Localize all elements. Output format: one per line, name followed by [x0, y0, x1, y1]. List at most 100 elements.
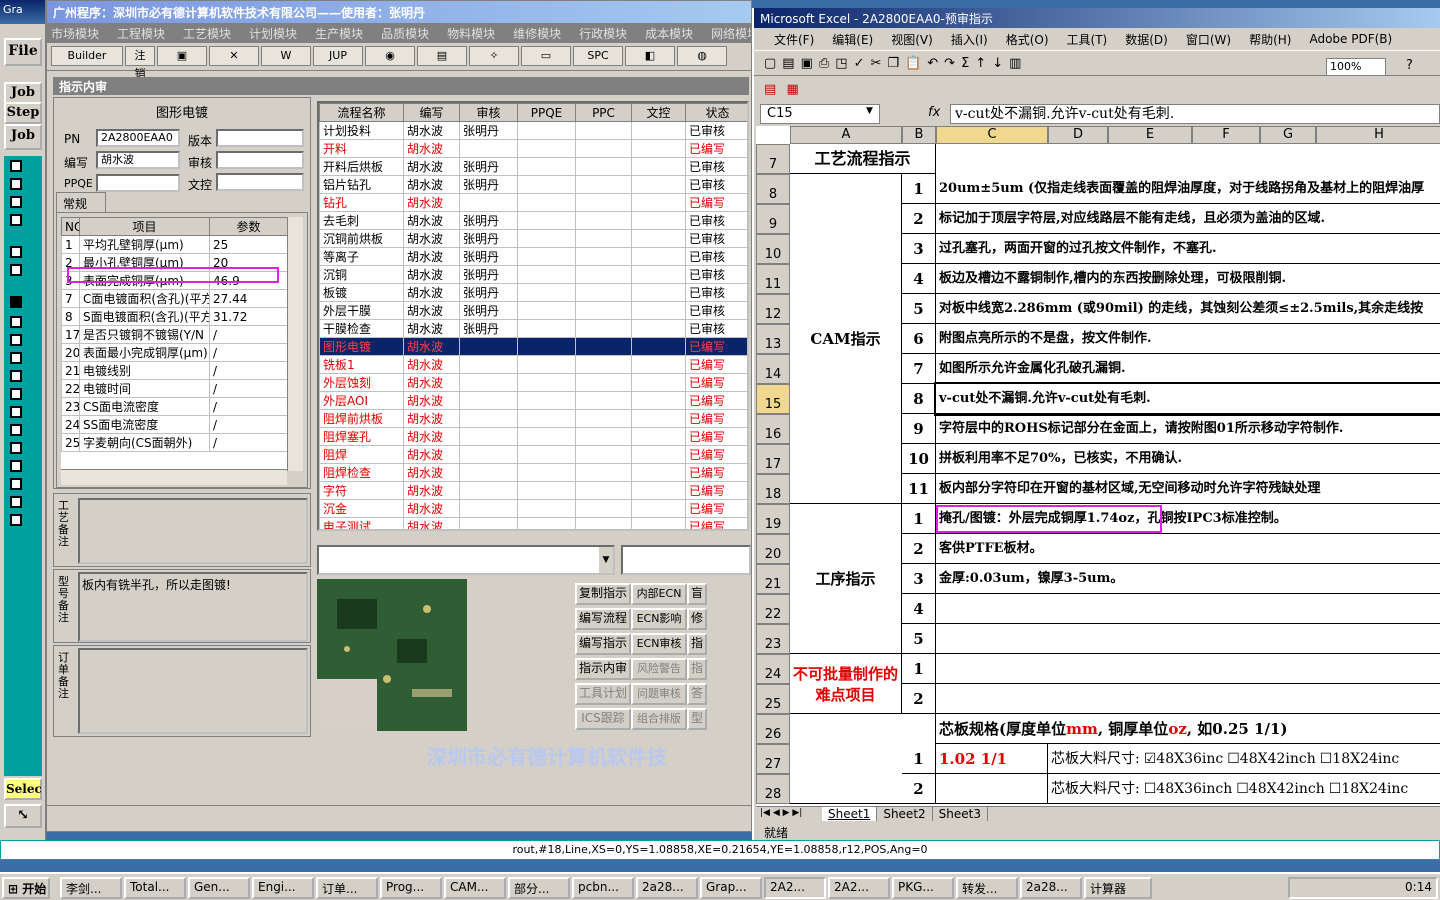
item-number[interactable]: 10 — [902, 444, 936, 474]
taskbar-item[interactable]: Engi... — [252, 877, 314, 899]
item-number[interactable]: 4 — [902, 594, 936, 624]
action-button[interactable]: ICS跟踪 — [575, 708, 631, 730]
preview-icon[interactable]: ◳ — [835, 56, 847, 71]
checkbox[interactable]: ☐ — [1236, 781, 1249, 797]
cam-instruction-cell[interactable]: 拼板利用率不足70%，已核实，不用确认. — [936, 444, 1440, 474]
item-number[interactable]: 2 — [902, 684, 936, 714]
column-header[interactable]: G — [1260, 126, 1316, 144]
spell-icon[interactable]: ✓ — [854, 56, 865, 71]
step-button[interactable]: Step — [4, 102, 42, 124]
excel-menu-item[interactable]: 窗口(W) — [1186, 31, 1231, 48]
program-toolbar-button[interactable]: Builder — [51, 46, 123, 66]
action-button[interactable]: 工具计划 — [575, 683, 631, 705]
layer-checkbox[interactable] — [10, 160, 22, 172]
column-header[interactable]: C — [936, 126, 1048, 144]
cam-instruction-cell[interactable]: 板边及槽边不露铜制作,槽内的东西按删除处理，可极限削铜. — [936, 264, 1440, 294]
checkbox[interactable]: ☐ — [1320, 751, 1333, 767]
program-toolbar-button[interactable]: ◧ — [625, 46, 675, 66]
control-field[interactable] — [216, 173, 304, 191]
action-button[interactable]: 指 — [687, 633, 707, 655]
taskbar-item[interactable]: 计算器 — [1084, 877, 1152, 899]
name-box[interactable]: C15 — [760, 104, 880, 124]
flow-row[interactable]: 沉金 胡水波 已编写 — [319, 499, 747, 518]
layer-checkbox[interactable] — [10, 246, 22, 258]
taskbar-item[interactable]: 转发... — [956, 877, 1018, 899]
flow-row[interactable]: 铣板1 胡水波 已编写 — [319, 355, 747, 374]
cam-instruction-cell[interactable]: 对板中线宽2.286mm (或90mil) 的走线，其蚀刻公差须≤±2.5mil… — [936, 294, 1440, 324]
flow-column-header[interactable]: 状态 — [685, 103, 747, 122]
sheet-tab[interactable]: Sheet3 — [932, 807, 988, 821]
flow-row[interactable]: 铝片钻孔 胡水波 张明丹 已审核 — [319, 175, 747, 194]
action-button[interactable]: ECN审核 — [631, 633, 687, 655]
excel-menu-item[interactable]: 文件(F) — [774, 31, 814, 48]
zoom-select[interactable]: 100% — [1326, 58, 1386, 76]
layer-checkbox[interactable] — [10, 196, 22, 208]
item-number[interactable]: 2 — [902, 534, 936, 564]
column-header[interactable]: D — [1048, 126, 1108, 144]
row-header[interactable]: 23 — [756, 624, 790, 654]
program-toolbar-button[interactable]: JUP — [313, 46, 363, 66]
cam-instruction-cell[interactable]: 过孔塞孔，两面开窗的过孔按文件制作，不塞孔. — [936, 234, 1440, 264]
param-value[interactable]: / — [209, 379, 287, 398]
checkbox[interactable]: ☐ — [1227, 751, 1240, 767]
item-number[interactable]: 3 — [902, 234, 936, 264]
action-button[interactable]: 风险警告 — [631, 658, 687, 680]
paste-icon[interactable]: 📋 — [905, 56, 921, 71]
row-header[interactable]: 22 — [756, 594, 790, 624]
layer-checkbox[interactable] — [10, 496, 22, 508]
redo-icon[interactable]: ↷ — [944, 56, 955, 71]
row-header[interactable]: 17 — [756, 444, 790, 474]
row-header[interactable]: 26 — [756, 714, 790, 744]
param-value[interactable]: / — [209, 415, 287, 434]
action-button[interactable]: 内部ECN — [631, 583, 687, 605]
layer-checkbox[interactable] — [10, 460, 22, 472]
version-field[interactable] — [216, 129, 304, 147]
item-number[interactable]: 1 — [902, 654, 936, 684]
pointer-tool-button[interactable]: ⤡ — [4, 804, 42, 828]
action-button[interactable]: ECN影响 — [631, 608, 687, 630]
params-row[interactable]: 1 平均孔壁铜厚(μm) 25 — [61, 235, 287, 254]
action-button[interactable]: 编写流程 — [575, 608, 631, 630]
program-menu-item[interactable]: 物料模块 — [447, 27, 495, 41]
flow-row[interactable]: 开料 胡水波 已编写 — [319, 139, 747, 158]
layer-checkbox[interactable] — [10, 424, 22, 436]
pn-field[interactable]: 2A2800EAA0 — [96, 129, 180, 147]
pdf-icon[interactable]: ▤ — [764, 82, 776, 97]
params-row[interactable]: 25 字麦朝向(CS面朝外) / — [61, 433, 287, 452]
core-spec-title[interactable]: 芯板规格(厚度单位mm, 铜厚单位oz, 如0.25 1/1) — [936, 714, 1440, 744]
row-header[interactable]: 25 — [756, 684, 790, 714]
flow-row[interactable]: 阻焊检查 胡水波 已编写 — [319, 463, 747, 482]
cut-icon[interactable]: ✂ — [871, 56, 882, 71]
param-value[interactable]: / — [209, 397, 287, 416]
core-row-number[interactable]: 1 — [902, 744, 936, 774]
reviewer-field[interactable] — [216, 151, 304, 169]
author-field[interactable]: 胡水波 — [96, 151, 180, 169]
cam-instruction-cell[interactable]: v-cut处不漏铜.允许v-cut处有毛刺. — [934, 382, 1440, 416]
row-header[interactable]: 15 — [756, 384, 790, 414]
taskbar-item[interactable]: pcbn... — [572, 877, 634, 899]
layer-checkbox[interactable] — [10, 264, 22, 276]
excel-menu-item[interactable]: 视图(V) — [891, 31, 933, 48]
item-number[interactable]: 5 — [902, 294, 936, 324]
layer-checkbox[interactable] — [10, 370, 22, 382]
cam-instruction-cell[interactable]: 20um±5um (仅指走线表面覆盖的阻焊油厚度，对于线路拐角及基材上的阻焊油厚 — [936, 174, 1440, 204]
program-menu-item[interactable]: 计划模块 — [249, 27, 297, 41]
layer-checkbox[interactable] — [10, 178, 22, 190]
difficult-item-cell[interactable] — [936, 684, 1440, 714]
program-toolbar-button[interactable]: ✧ — [469, 46, 519, 66]
row-header[interactable]: 10 — [756, 234, 790, 264]
cam-instruction-cell[interactable]: 标记加于顶层字符层,对应线路层不能有走线，且必须为盖油的区域. — [936, 204, 1440, 234]
item-number[interactable]: 6 — [902, 324, 936, 354]
param-value[interactable]: / — [209, 325, 287, 344]
flow-row[interactable]: 开料后烘板 胡水波 张明丹 已审核 — [319, 157, 747, 176]
row-header[interactable]: 27 — [756, 744, 790, 774]
flow-column-header[interactable]: 文控 — [631, 103, 686, 122]
row-header[interactable]: 20 — [756, 534, 790, 564]
row-header[interactable]: 13 — [756, 324, 790, 354]
program-toolbar-button[interactable]: ◍ — [677, 46, 727, 66]
row-header[interactable]: 12 — [756, 294, 790, 324]
taskbar-item[interactable]: 订单... — [316, 877, 378, 899]
program-toolbar-button[interactable]: W — [261, 46, 311, 66]
start-button[interactable]: ⊞ 开始 — [2, 877, 50, 899]
cam-instruction-cell[interactable]: 板内部分字符印在开窗的基材区域,无空间移动时允许字符残缺处理 — [936, 474, 1440, 504]
